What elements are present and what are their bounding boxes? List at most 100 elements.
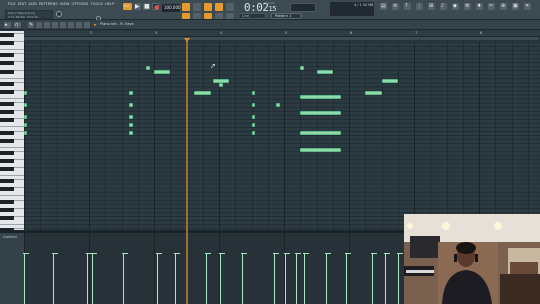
black-key[interactable] bbox=[0, 89, 14, 94]
browser-button[interactable]: ▤ bbox=[380, 3, 387, 10]
delete-tool-button[interactable] bbox=[44, 22, 50, 28]
velocity-handle[interactable] bbox=[205, 252, 211, 254]
pencil-icon[interactable] bbox=[204, 13, 212, 19]
velocity-bar[interactable] bbox=[23, 252, 29, 304]
note-grid[interactable] bbox=[24, 42, 540, 230]
velocity-handle[interactable] bbox=[294, 252, 301, 254]
black-key[interactable] bbox=[0, 167, 14, 172]
note[interactable] bbox=[251, 90, 256, 95]
note[interactable] bbox=[251, 131, 256, 136]
velocity-handle[interactable] bbox=[370, 252, 377, 254]
menu-edit[interactable]: EDIT bbox=[18, 2, 27, 9]
mute-tool-button[interactable] bbox=[52, 22, 58, 28]
paint-tool-button[interactable] bbox=[36, 22, 42, 28]
note[interactable] bbox=[194, 90, 211, 95]
velocity-handle[interactable] bbox=[122, 252, 129, 254]
zoom-tool-button[interactable] bbox=[76, 22, 82, 28]
note[interactable] bbox=[129, 102, 134, 107]
menu-add[interactable]: ADD bbox=[29, 2, 37, 9]
velocity-handle[interactable] bbox=[273, 252, 280, 254]
note[interactable] bbox=[251, 102, 256, 107]
velocity-bar[interactable] bbox=[370, 252, 377, 304]
velocity-handle[interactable] bbox=[240, 252, 247, 254]
scrollbar-thumb[interactable] bbox=[24, 37, 539, 40]
horizontal-scrollbar[interactable] bbox=[24, 37, 540, 41]
velocity-bar[interactable] bbox=[302, 252, 309, 304]
velocity-handle[interactable] bbox=[383, 252, 390, 254]
velocity-bar[interactable] bbox=[52, 252, 59, 304]
typing-keyboard-button[interactable] bbox=[193, 13, 201, 19]
velocity-bar[interactable] bbox=[240, 252, 247, 304]
black-key[interactable] bbox=[0, 102, 14, 107]
velocity-handle[interactable] bbox=[23, 252, 29, 254]
metronome-button[interactable] bbox=[182, 3, 190, 11]
black-key[interactable] bbox=[0, 158, 14, 163]
menu-help[interactable]: HELP bbox=[105, 2, 115, 9]
record-button[interactable]: ● bbox=[152, 3, 159, 11]
velocity-bar[interactable] bbox=[205, 252, 211, 304]
mute-icon[interactable] bbox=[226, 13, 234, 19]
velocity-bar[interactable] bbox=[325, 252, 332, 304]
note[interactable] bbox=[24, 123, 27, 128]
velocity-handle[interactable] bbox=[52, 252, 59, 254]
plugin-picker-button[interactable]: ◆ bbox=[452, 3, 459, 10]
step-edit-button[interactable] bbox=[226, 3, 234, 11]
velocity-handle[interactable] bbox=[302, 252, 309, 254]
mixer-button[interactable]: ⋮ bbox=[416, 3, 423, 10]
black-key[interactable] bbox=[0, 41, 14, 46]
control-label-panel[interactable]: Control bbox=[0, 233, 24, 304]
black-key[interactable] bbox=[0, 130, 14, 135]
line-mode-select[interactable]: Line bbox=[238, 13, 266, 19]
wait-input-button[interactable] bbox=[193, 3, 201, 11]
stop-button[interactable]: ■ bbox=[143, 3, 150, 10]
snap-icon[interactable] bbox=[182, 13, 190, 19]
black-key[interactable] bbox=[0, 138, 14, 143]
note[interactable] bbox=[219, 82, 223, 87]
note[interactable] bbox=[154, 70, 171, 75]
piano-roll-button[interactable]: ♪ bbox=[440, 3, 447, 10]
velocity-bar[interactable] bbox=[345, 252, 352, 304]
note[interactable] bbox=[300, 94, 341, 99]
brush-icon[interactable] bbox=[215, 13, 223, 19]
note[interactable] bbox=[24, 102, 27, 107]
master-volume-knob[interactable] bbox=[56, 11, 62, 17]
piano-roll-title[interactable]: Piano roll - FL Keys bbox=[100, 22, 134, 26]
menu-view[interactable]: VIEW bbox=[60, 2, 70, 9]
note[interactable] bbox=[276, 102, 281, 107]
menu-tools[interactable]: TOOLS bbox=[90, 2, 103, 9]
black-key[interactable] bbox=[0, 199, 14, 204]
pattern-selector[interactable]: Pattern 1 bbox=[271, 13, 301, 19]
play-button[interactable]: ▶ bbox=[134, 3, 141, 10]
snapshot-button[interactable]: ▣ bbox=[512, 3, 519, 10]
settings-button[interactable]: ⚙ bbox=[464, 3, 471, 10]
note[interactable] bbox=[300, 131, 341, 136]
velocity-bar[interactable] bbox=[383, 252, 390, 304]
piano-roll-menu-button[interactable]: ▸ bbox=[4, 22, 11, 28]
black-key[interactable] bbox=[0, 69, 14, 74]
note[interactable] bbox=[129, 90, 134, 95]
menu-file[interactable]: FILE bbox=[8, 2, 16, 9]
velocity-bar[interactable] bbox=[294, 252, 301, 304]
velocity-handle[interactable] bbox=[156, 252, 163, 254]
countdown-button[interactable] bbox=[204, 3, 212, 11]
record-audio-button[interactable]: ♦ bbox=[476, 3, 483, 10]
velocity-bar[interactable] bbox=[156, 252, 163, 304]
loop-record-button[interactable] bbox=[215, 3, 223, 11]
note[interactable] bbox=[365, 90, 382, 95]
note[interactable] bbox=[146, 66, 151, 71]
black-key[interactable] bbox=[0, 179, 14, 184]
note[interactable] bbox=[300, 66, 305, 71]
velocity-handle[interactable] bbox=[173, 252, 180, 254]
note[interactable] bbox=[24, 131, 27, 136]
note[interactable] bbox=[129, 123, 134, 128]
note[interactable] bbox=[212, 78, 229, 83]
menu-patterns[interactable]: PATTERNS bbox=[39, 2, 58, 9]
channel-rack-button[interactable]: ⊞ bbox=[428, 3, 435, 10]
velocity-bar[interactable] bbox=[218, 252, 225, 304]
velocity-handle[interactable] bbox=[284, 252, 291, 254]
black-key[interactable] bbox=[0, 215, 14, 220]
note[interactable] bbox=[316, 70, 333, 75]
black-key[interactable] bbox=[0, 81, 14, 86]
playlist-button[interactable]: ≡ bbox=[392, 3, 399, 10]
note[interactable] bbox=[24, 115, 27, 120]
